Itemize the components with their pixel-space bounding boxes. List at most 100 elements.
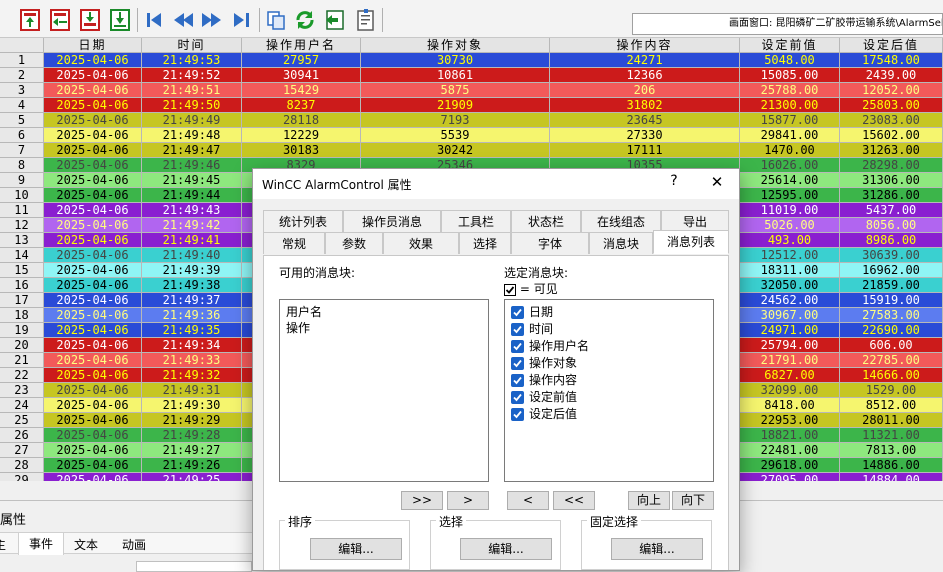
checkbox-checked-icon[interactable] bbox=[511, 340, 524, 353]
first-page-icon[interactable] bbox=[141, 7, 167, 33]
selected-block-item[interactable]: 设定前值 bbox=[511, 389, 589, 406]
close-button[interactable]: ✕ bbox=[705, 173, 729, 195]
selected-block-label: 时间 bbox=[529, 322, 554, 336]
remove-all-button[interactable]: << bbox=[553, 491, 595, 510]
export-icon[interactable] bbox=[322, 7, 348, 33]
tab-export[interactable]: 导出 bbox=[661, 210, 729, 232]
table-row[interactable]: 4 2025-04-06 21:49:50 8237 21909 31802 21300.0… bbox=[0, 98, 943, 113]
list-item[interactable]: 操作 bbox=[286, 320, 322, 336]
tab-statusbar[interactable]: 状态栏 bbox=[511, 210, 581, 232]
refresh-icon[interactable] bbox=[292, 7, 318, 33]
tab-operator-messages[interactable]: 操作员消息 bbox=[343, 210, 441, 232]
selected-block-item[interactable]: 日期 bbox=[511, 304, 589, 321]
row-number: 19 bbox=[0, 323, 44, 338]
checkbox-checked-icon[interactable] bbox=[511, 391, 524, 404]
previous-alarm-icon[interactable] bbox=[47, 7, 73, 33]
available-blocks-list[interactable]: 用户名 操作 bbox=[279, 299, 489, 482]
fixed-selection-group-label: 固定选择 bbox=[587, 513, 642, 530]
tab-selection[interactable]: 选择 bbox=[459, 232, 511, 254]
cell-time: 21:49:44 bbox=[142, 188, 242, 203]
copy-lines-icon[interactable] bbox=[263, 7, 289, 33]
tab-events[interactable]: 事件 bbox=[18, 532, 64, 555]
sort-edit-button[interactable]: 编辑... bbox=[310, 538, 402, 560]
header-before[interactable]: 设定前值 bbox=[740, 38, 840, 53]
checkbox-checked-icon[interactable] bbox=[511, 408, 524, 421]
header-object[interactable]: 操作对象 bbox=[361, 38, 550, 53]
table-row[interactable]: 6 2025-04-06 21:49:48 12229 5539 27330 29841.0… bbox=[0, 128, 943, 143]
table-row[interactable]: 7 2025-04-06 21:49:47 30183 30242 17111 1470.0… bbox=[0, 143, 943, 158]
header-content[interactable]: 操作内容 bbox=[550, 38, 740, 53]
checkbox-checked-icon[interactable] bbox=[511, 306, 524, 319]
tab-online-config[interactable]: 在线组态 bbox=[581, 210, 661, 232]
tab-effects[interactable]: 效果 bbox=[383, 232, 459, 254]
cell-time: 21:49:36 bbox=[142, 308, 242, 323]
cell-before: 25614.00 bbox=[740, 173, 840, 188]
cell-object: 7193 bbox=[361, 113, 550, 128]
tab-general[interactable]: 常规 bbox=[263, 232, 325, 254]
list-item[interactable]: 用户名 bbox=[286, 304, 322, 320]
tab-main[interactable]: 主 bbox=[0, 536, 6, 553]
message-list-page: 可用的消息块: 选定消息块: = 可见 用户名 操作 日期 时间 操作用户名 操作对象… bbox=[263, 255, 729, 570]
move-up-button[interactable]: 向上 bbox=[628, 491, 670, 510]
visible-legend: = 可见 bbox=[504, 280, 558, 297]
table-row[interactable]: 5 2025-04-06 21:49:49 28118 7193 23645 15877.0… bbox=[0, 113, 943, 128]
table-row[interactable]: 1 2025-04-06 21:49:53 27957 30730 24271 5048.0… bbox=[0, 53, 943, 68]
cell-time: 21:49:46 bbox=[142, 158, 242, 173]
cell-before: 21300.00 bbox=[740, 98, 840, 113]
cell-object: 30730 bbox=[361, 53, 550, 68]
cell-before: 29841.00 bbox=[740, 128, 840, 143]
tab-animation[interactable]: 动画 bbox=[122, 536, 146, 553]
selected-block-item[interactable]: 操作内容 bbox=[511, 372, 589, 389]
next-page-icon[interactable] bbox=[199, 7, 225, 33]
add-all-button[interactable]: >> bbox=[401, 491, 443, 510]
add-button[interactable]: > bbox=[447, 491, 489, 510]
checkbox-checked-icon[interactable] bbox=[511, 323, 524, 336]
header-time[interactable]: 时间 bbox=[142, 38, 242, 53]
table-row[interactable]: 3 2025-04-06 21:49:51 15429 5875 206 25788.00 1… bbox=[0, 83, 943, 98]
cell-after: 23083.00 bbox=[840, 113, 943, 128]
tab-statistics-list[interactable]: 统计列表 bbox=[263, 210, 343, 232]
next-alarm-icon[interactable] bbox=[77, 7, 103, 33]
cell-time: 21:49:48 bbox=[142, 128, 242, 143]
cell-time: 21:49:45 bbox=[142, 173, 242, 188]
header-after[interactable]: 设定后值 bbox=[840, 38, 943, 53]
available-list-items: 用户名 操作 bbox=[286, 304, 322, 336]
header-user[interactable]: 操作用户名 bbox=[242, 38, 361, 53]
selected-block-item[interactable]: 操作对象 bbox=[511, 355, 589, 372]
report-icon[interactable] bbox=[352, 7, 378, 33]
selected-blocks-list[interactable]: 日期 时间操作用户名 操作对象 操作内容 设定前值 设定后值 bbox=[504, 299, 714, 482]
last-alarm-icon[interactable] bbox=[107, 7, 133, 33]
tab-message-blocks[interactable]: 消息块 bbox=[589, 232, 653, 254]
cell-before: 25794.00 bbox=[740, 338, 840, 353]
cell-date: 2025-04-06 bbox=[44, 263, 142, 278]
checkbox-checked-icon[interactable] bbox=[511, 374, 524, 387]
first-alarm-icon[interactable] bbox=[17, 7, 43, 33]
cell-before: 5026.00 bbox=[740, 218, 840, 233]
move-down-button[interactable]: 向下 bbox=[672, 491, 714, 510]
selected-block-item[interactable]: 操作用户名 bbox=[511, 338, 589, 355]
previous-page-icon[interactable] bbox=[170, 7, 196, 33]
selected-block-item[interactable]: 设定后值 bbox=[511, 406, 589, 423]
cell-time: 21:49:41 bbox=[142, 233, 242, 248]
cell-date: 2025-04-06 bbox=[44, 383, 142, 398]
row-number: 5 bbox=[0, 113, 44, 128]
tab-font[interactable]: 字体 bbox=[511, 232, 589, 254]
cell-after: 27583.00 bbox=[840, 308, 943, 323]
last-page-icon[interactable] bbox=[229, 7, 255, 33]
cell-date: 2025-04-06 bbox=[44, 218, 142, 233]
tab-parameters[interactable]: 参数 bbox=[325, 232, 383, 254]
tab-message-list[interactable]: 消息列表 bbox=[653, 230, 729, 254]
fixed-selection-edit-button[interactable]: 编辑... bbox=[611, 538, 703, 560]
selection-edit-button[interactable]: 编辑... bbox=[460, 538, 552, 560]
selected-block-item[interactable]: 时间 bbox=[511, 321, 589, 338]
tab-text[interactable]: 文本 bbox=[74, 536, 98, 553]
cell-content: 27330 bbox=[550, 128, 740, 143]
help-button[interactable]: ? bbox=[665, 173, 683, 195]
header-date[interactable]: 日期 bbox=[44, 38, 142, 53]
checkbox-checked-icon[interactable] bbox=[511, 357, 524, 370]
remove-button[interactable]: < bbox=[507, 491, 549, 510]
cell-date: 2025-04-06 bbox=[44, 83, 142, 98]
table-row[interactable]: 2 2025-04-06 21:49:52 30941 10861 12366 15085.… bbox=[0, 68, 943, 83]
tab-toolbar[interactable]: 工具栏 bbox=[441, 210, 511, 232]
row-number: 27 bbox=[0, 443, 44, 458]
